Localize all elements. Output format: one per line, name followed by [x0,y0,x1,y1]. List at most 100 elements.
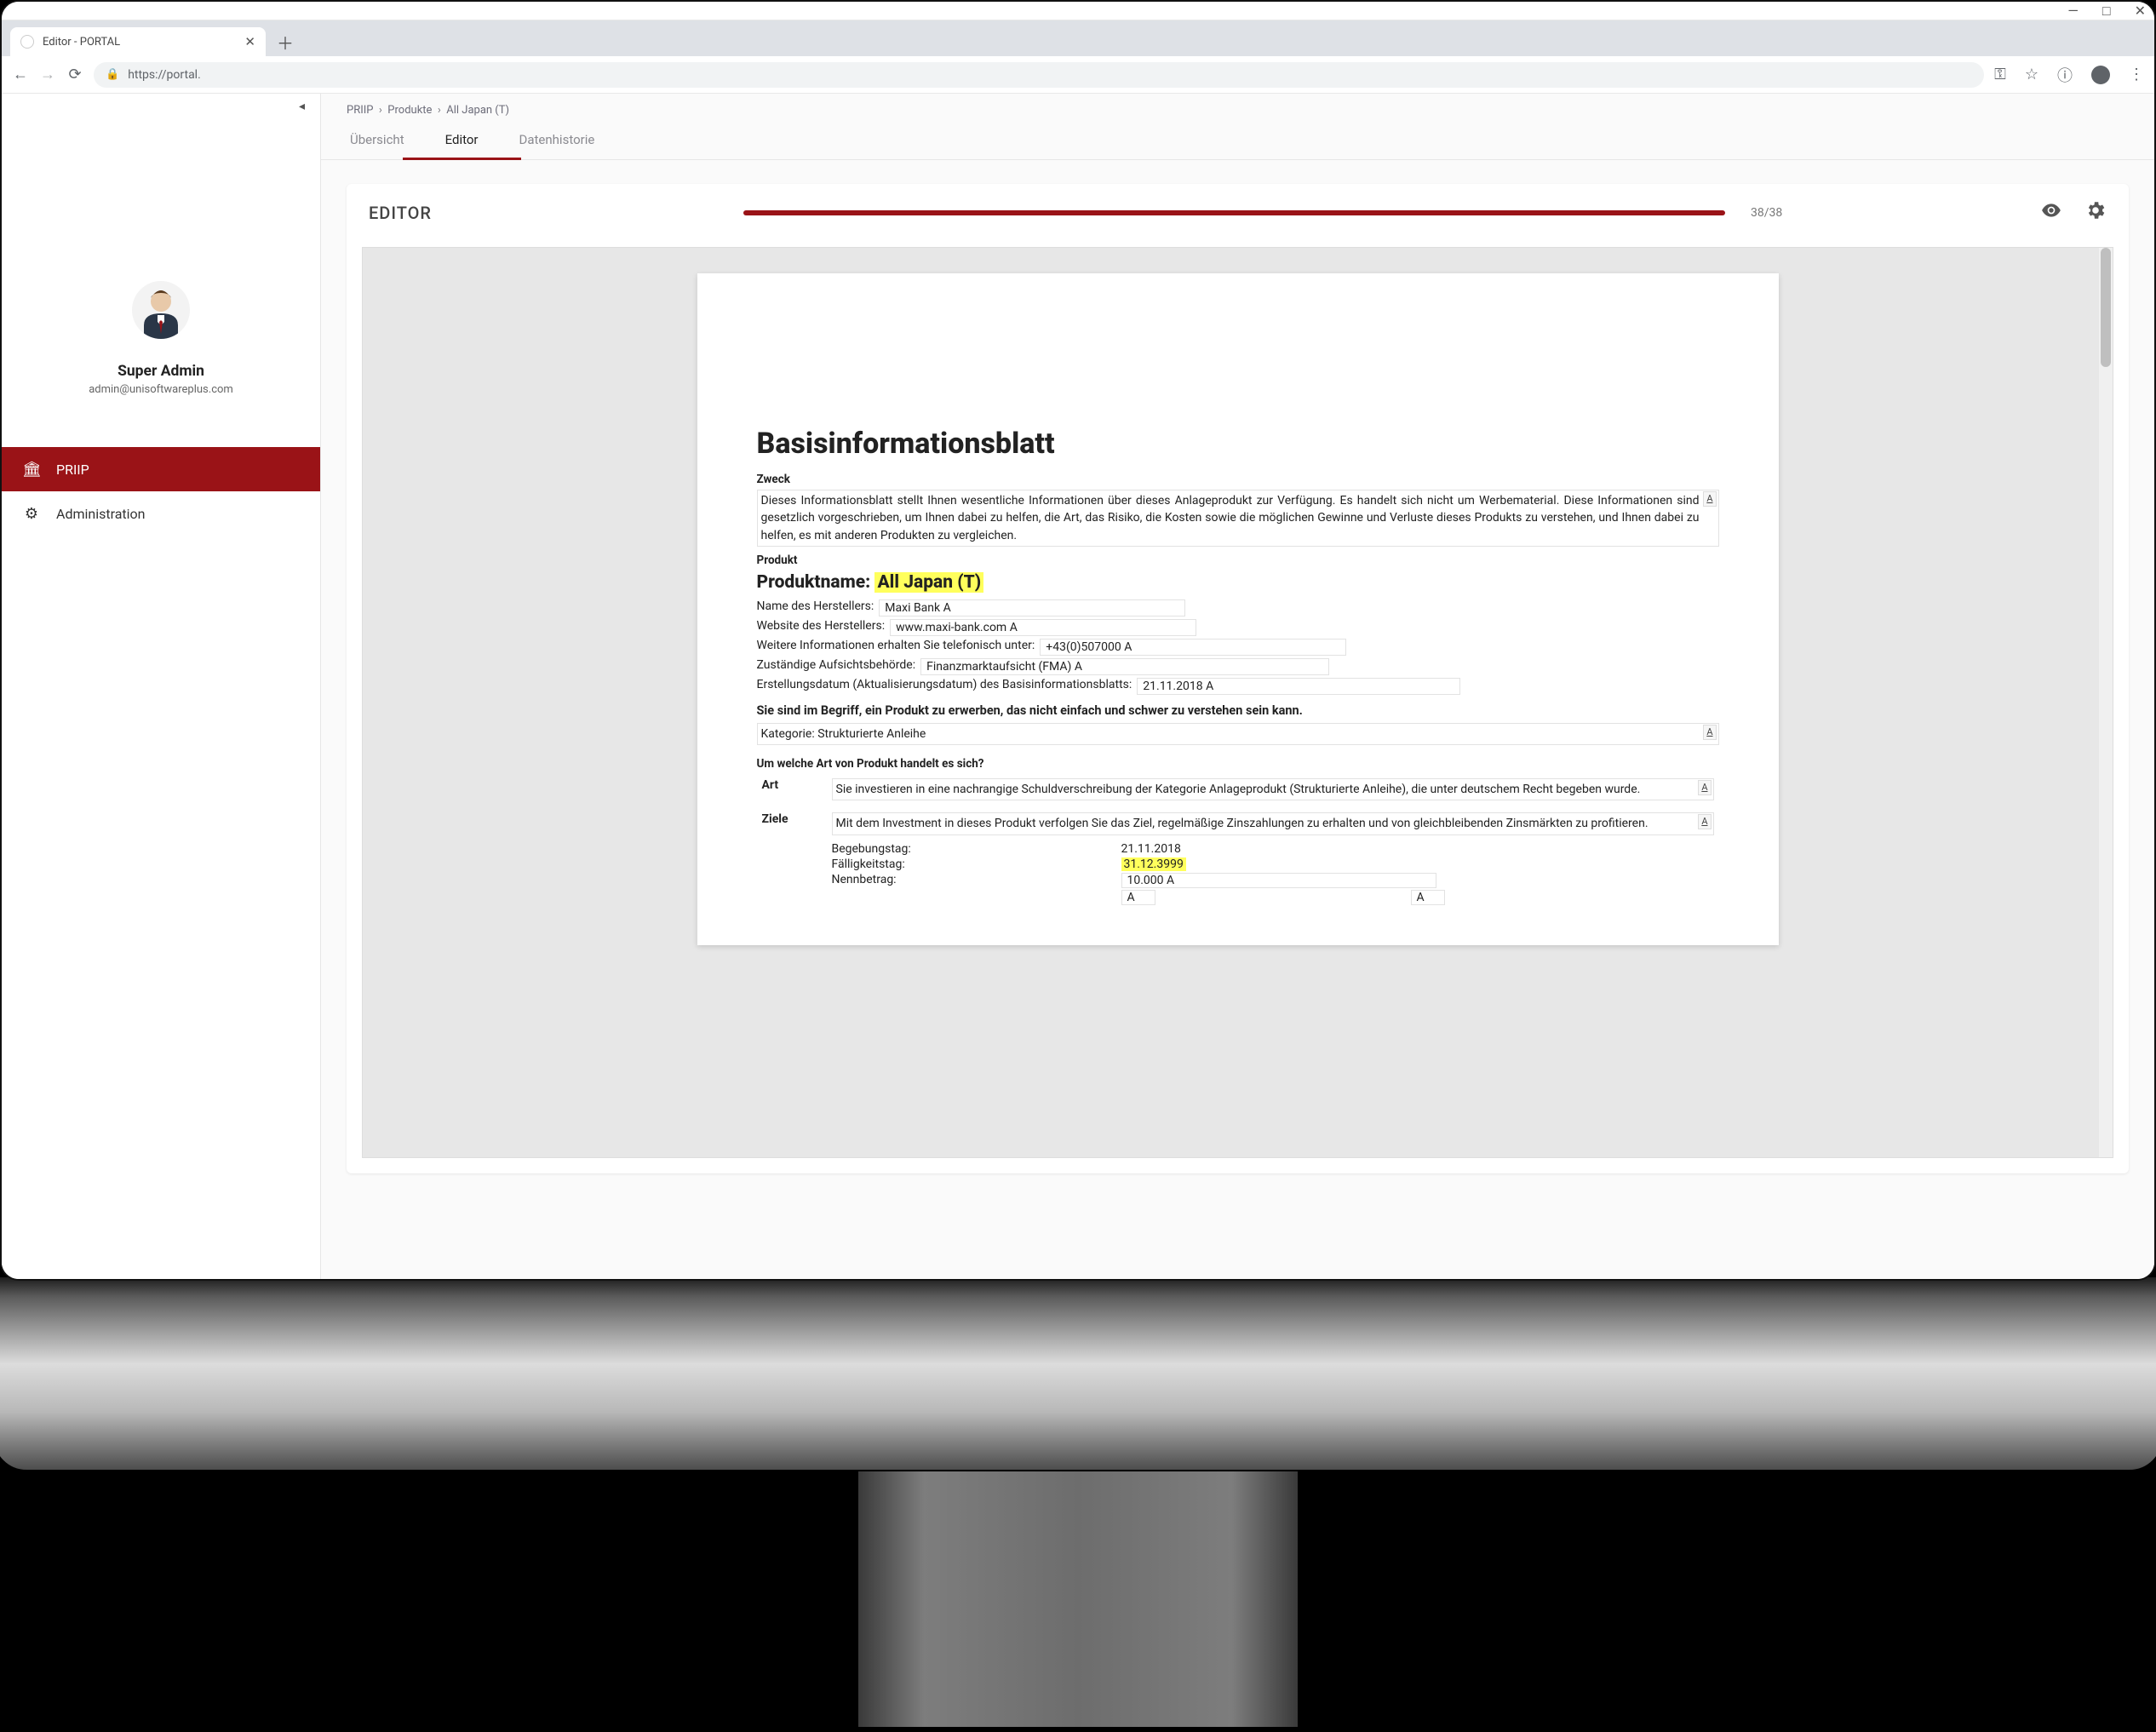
value-begebungstag: 21.11.2018 [1121,842,1292,856]
browser-toolbar-right: ⚿ ☆ ⓘ ⋮ [1994,64,2144,86]
reload-icon[interactable]: ⟳ [66,66,83,83]
annotation-icon[interactable]: A [1206,680,1213,693]
gear-icon: ⚙ [22,505,41,523]
annotation-icon[interactable]: A [1698,780,1711,795]
section-zweck-heading: Zweck [757,473,1719,486]
annotation-icon[interactable]: A [943,601,951,615]
tab-close-icon[interactable]: ✕ [244,34,255,49]
warning-line: Sie sind im Begriff, ein Produkt zu erwe… [757,703,1719,718]
field-art[interactable]: Sie investieren in eine nachrangige Schu… [832,778,1714,800]
new-tab-button[interactable]: ＋ [272,29,298,54]
settings-gear-icon[interactable] [2084,199,2107,227]
label-nennbetrag: Nennbetrag: [832,873,1121,888]
annotation-icon[interactable]: A [1127,891,1135,904]
field-nennbetrag[interactable]: 10.000 A [1121,873,1436,888]
editor-canvas: Basisinformationsblatt Zweck Dieses Info… [362,247,2113,1158]
field-kategorie[interactable]: Kategorie: Strukturierte Anleihe A [757,723,1719,745]
os-maximize-icon[interactable]: □ [2102,4,2111,18]
lock-icon: 🔒 [106,68,119,81]
doc-title: Basisinformationsblatt [757,427,1719,461]
annotation-icon[interactable]: A [1417,891,1425,904]
document-page[interactable]: Basisinformationsblatt Zweck Dieses Info… [697,273,1779,945]
section-produkt-heading: Produkt [757,553,1719,567]
annotation-icon[interactable]: A [1010,621,1018,634]
monitor-bezel [0,1276,2156,1471]
field-aufsicht[interactable]: Finanzmarktaufsicht (FMA) A [920,658,1329,675]
sidebar-item-label: PRIIP [56,462,89,478]
art-ziele-table: Art Sie investieren in eine nachrangige … [757,774,1719,911]
vertical-scrollbar[interactable] [2099,248,2113,1157]
progress-label: 38/38 [1751,206,1802,220]
key-icon[interactable]: ⚿ [1994,66,2006,83]
editor-panel: EDITOR 38/38 [347,184,2129,1173]
scrollbar-thumb[interactable] [2101,248,2111,367]
breadcrumb-produkte[interactable]: Produkte [387,104,432,117]
tab-history[interactable]: Datenhistorie [516,120,599,159]
sidebar-nav: 🏛 PRIIP ⚙ Administration [2,447,320,536]
sidebar-collapse-button[interactable]: ◂ [2,94,320,119]
profile-block: Super Admin admin@unisoftwareplus.com [2,119,320,422]
label-art: Art [759,776,827,808]
tab-title: Editor - PORTAL [43,36,236,49]
field-unknown-1[interactable]: A [1121,890,1155,905]
main-column: PRIIP › Produkte › All Japan (T) Übersic… [321,94,2154,1279]
address-bar[interactable]: 🔒 https://portal. [94,62,1984,88]
section-art-heading: Um welche Art von Produkt handelt es sic… [757,757,1719,771]
field-website[interactable]: www.maxi-bank.com A [890,619,1196,636]
row-hersteller: Name des Herstellers: Maxi Bank A [757,599,1719,617]
browser-tab-strip: Editor - PORTAL ✕ ＋ [2,20,2154,56]
label-unknown [832,890,1121,905]
field-zweck[interactable]: Dieses Informationsblatt stellt Ihnen we… [757,490,1719,547]
info-icon[interactable]: ⓘ [2057,64,2073,86]
back-icon[interactable]: ← [12,66,29,83]
field-hersteller[interactable]: Maxi Bank A [879,599,1185,617]
content-tabs: Übersicht Editor Datenhistorie [321,120,2154,160]
browser-menu-icon[interactable]: ⋮ [2129,66,2144,83]
tab-favicon-icon [20,35,34,49]
browser-tab-active[interactable]: Editor - PORTAL ✕ [10,27,266,56]
bookmark-star-icon[interactable]: ☆ [2025,66,2038,83]
profile-email: admin@unisoftwareplus.com [89,383,233,396]
row-telefon: Weitere Informationen erhalten Sie telef… [757,639,1719,656]
profile-name: Super Admin [118,363,204,380]
annotation-icon[interactable]: A [1703,491,1716,507]
annotation-icon[interactable]: A [1703,725,1716,740]
tab-editor[interactable]: Editor [442,120,482,159]
os-minimize-icon[interactable]: — [2067,4,2079,18]
progress-wrap: 38/38 [743,206,1802,220]
label-ziele: Ziele [759,810,827,909]
bank-icon: 🏛 [22,461,41,479]
field-ziele[interactable]: Mit dem Investment in dieses Produkt ver… [832,812,1714,834]
produktname-row: Produktname: All Japan (T) [757,572,1719,593]
avatar [132,281,190,339]
panel-title: EDITOR [369,203,743,223]
annotation-icon[interactable]: A [1698,814,1711,829]
tab-overview[interactable]: Übersicht [347,120,408,159]
browser-toolbar: ← → ⟳ 🔒 https://portal. ⚿ ☆ ⓘ ⋮ [2,56,2154,94]
app-root: ◂ Super Admin admin@unis [2,94,2154,1279]
url-text: https://portal. [128,68,201,82]
sidebar-item-label: Administration [56,506,146,522]
forward-icon[interactable]: → [39,66,56,83]
ziele-details: Begebungstag: 21.11.2018 Fälligkeitstag:… [832,842,1714,905]
annotation-icon[interactable]: A [1167,874,1174,887]
browser-profile-icon[interactable] [2091,66,2110,84]
annotation-icon[interactable]: A [1124,640,1132,654]
produktname-value[interactable]: All Japan (T) [874,572,983,593]
annotation-icon[interactable]: A [1075,660,1082,674]
progress-fill [743,210,1725,215]
value-faelligkeitstag: 31.12.3999 [1121,857,1292,871]
sidebar-item-priip[interactable]: 🏛 PRIIP [2,447,320,491]
field-unknown-2[interactable]: A [1411,890,1445,905]
monitor-stand [857,1471,1299,1727]
label-begebungstag: Begebungstag: [832,842,1121,856]
progress-bar [743,210,1725,215]
field-telefon[interactable]: +43(0)507000 A [1040,639,1346,656]
breadcrumb-priip[interactable]: PRIIP [347,104,373,117]
os-close-icon[interactable]: ✕ [2135,4,2146,18]
visibility-icon[interactable] [2040,199,2062,227]
sidebar-item-administration[interactable]: ⚙ Administration [2,491,320,536]
panel-header: EDITOR 38/38 [347,184,2129,242]
breadcrumb-current[interactable]: All Japan (T) [446,104,509,117]
field-erstelldatum[interactable]: 21.11.2018 A [1137,678,1460,695]
